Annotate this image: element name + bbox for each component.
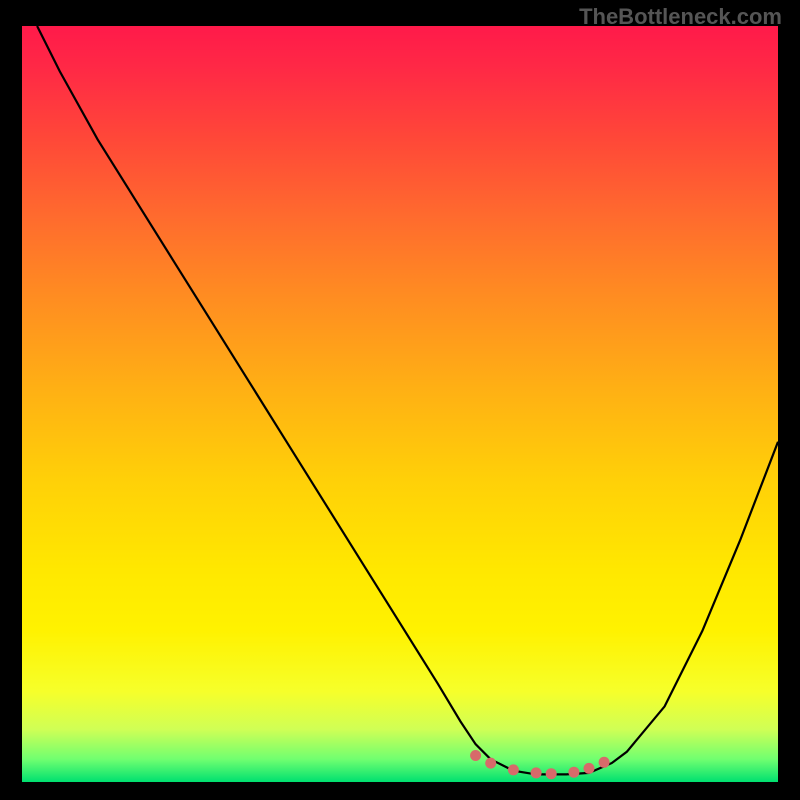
watermark-text: TheBottleneck.com	[579, 4, 782, 30]
optimal-marker	[546, 768, 557, 779]
chart-plot-area	[22, 26, 778, 782]
chart-svg	[22, 26, 778, 782]
bottleneck-curve	[37, 26, 778, 774]
optimal-marker	[568, 767, 579, 778]
optimal-marker	[470, 750, 481, 761]
optimal-range-markers	[470, 750, 609, 779]
optimal-marker	[531, 767, 542, 778]
optimal-marker	[584, 763, 595, 774]
optimal-marker	[508, 764, 519, 775]
optimal-marker	[599, 757, 610, 768]
optimal-marker	[485, 758, 496, 769]
